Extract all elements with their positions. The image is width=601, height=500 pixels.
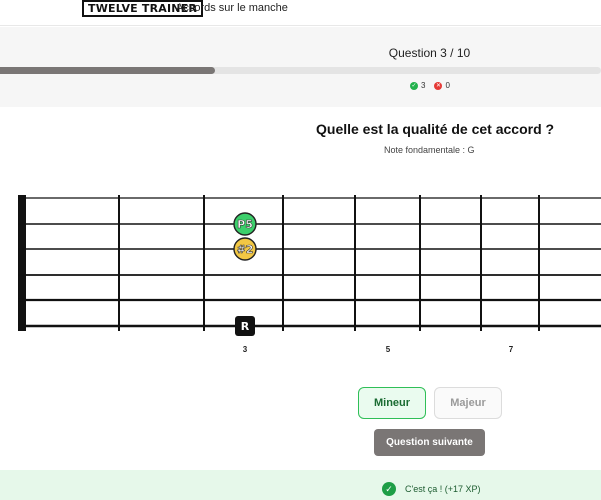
fret-number-label: 5 xyxy=(386,345,391,354)
answer-minor-button[interactable]: Mineur xyxy=(358,387,426,419)
progress-bar xyxy=(0,67,601,74)
fretboard: 3 5 7 P5 #2 R xyxy=(18,195,601,354)
question-counter: Question 3 / 10 xyxy=(388,46,471,60)
progress-fill xyxy=(0,67,215,74)
root-note-label: Note fondamentale : G xyxy=(384,145,475,155)
wrong-count: 0 xyxy=(445,81,450,90)
cross-icon: ✕ xyxy=(434,81,443,90)
check-icon: ✓ xyxy=(410,81,418,90)
progress-section: Question 3 / 10 ✓ 3 ✕ 0 xyxy=(0,27,601,107)
question-title: Quelle est la qualité de cet accord ? xyxy=(316,121,555,137)
fretboard-nut xyxy=(18,195,26,331)
next-question-button[interactable]: Question suivante xyxy=(374,429,485,456)
note-marker-label: R xyxy=(241,320,250,333)
note-marker: #2 xyxy=(233,237,257,261)
correct-count: 3 xyxy=(421,81,426,90)
feedback-bar xyxy=(0,470,601,500)
app-subtitle: Accords sur le manche xyxy=(176,2,288,14)
check-circle-icon: ✓ xyxy=(382,482,396,496)
note-marker-label: P5 xyxy=(237,218,253,231)
fret-number-label: 3 xyxy=(243,345,248,354)
note-marker-label: #2 xyxy=(237,243,254,256)
note-marker: R xyxy=(235,316,255,336)
answer-major-button[interactable]: Majeur xyxy=(434,387,502,419)
score-summary: ✓ 3 ✕ 0 xyxy=(410,81,450,90)
feedback-message: C'est ça ! (+17 XP) xyxy=(405,484,481,494)
fret-number-label: 7 xyxy=(509,345,514,354)
note-marker: P5 xyxy=(233,212,257,236)
app-header: TWELVE TRAINER Accords sur le manche xyxy=(0,0,601,26)
